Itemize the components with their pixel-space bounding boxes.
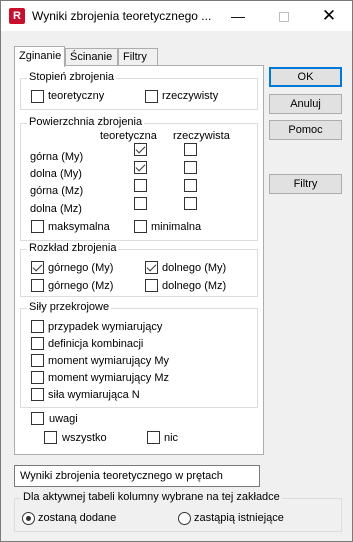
checkbox-gornego-my[interactable] bbox=[31, 261, 44, 274]
table-name-field[interactable]: Wyniki zbrojenia teoretycznego w prętach bbox=[14, 465, 260, 487]
checkbox-dolna-my-teoretyczna[interactable] bbox=[134, 161, 147, 174]
group-stopien: Stopień zbrojenia teoretyczny rzeczywist… bbox=[20, 71, 258, 110]
checkbox-gorna-my-rzeczywista[interactable] bbox=[184, 143, 197, 156]
radio-zostana-dodane[interactable] bbox=[22, 512, 35, 525]
group-sily: Siły przekrojowe przypadek wymiarujący d… bbox=[20, 301, 258, 408]
checkbox-maksymalna[interactable] bbox=[31, 220, 44, 233]
anuluj-button[interactable]: Anuluj bbox=[269, 94, 342, 114]
label-uwagi: uwagi bbox=[49, 413, 78, 425]
tab-panel-zginanie: Stopień zbrojenia teoretyczny rzeczywist… bbox=[14, 65, 264, 455]
dialog-window: R Wyniki zbrojenia teoretycznego ... — ✕… bbox=[0, 0, 353, 542]
group-title-stopien: Stopień zbrojenia bbox=[27, 71, 117, 83]
label-gornego-mz: górnego (Mz) bbox=[48, 280, 114, 292]
minimize-button[interactable]: — bbox=[215, 1, 261, 31]
checkbox-rzeczywisty[interactable] bbox=[145, 90, 158, 103]
maximize-button[interactable] bbox=[261, 1, 307, 31]
label-przypadek: przypadek wymiarujący bbox=[48, 321, 163, 333]
label-nic: nic bbox=[164, 432, 179, 444]
label-zostana-dodane: zostaną dodane bbox=[38, 512, 117, 524]
window-title: Wyniki zbrojenia teoretycznego ... bbox=[32, 9, 212, 23]
checkbox-uwagi[interactable] bbox=[31, 412, 44, 425]
label-rzeczywisty: rzeczywisty bbox=[162, 90, 219, 102]
title-bar[interactable]: R Wyniki zbrojenia teoretycznego ... — ✕ bbox=[1, 1, 352, 31]
label-moment-mz: moment wymiarujący Mz bbox=[48, 372, 170, 384]
label-definicja: definicja kombinacji bbox=[48, 338, 144, 350]
maximize-icon bbox=[279, 12, 289, 23]
checkbox-minimalna[interactable] bbox=[134, 220, 147, 233]
pomoc-button[interactable]: Pomoc bbox=[269, 120, 342, 140]
checkbox-nic[interactable] bbox=[147, 431, 160, 444]
ok-button[interactable]: OK bbox=[269, 67, 342, 87]
checkbox-moment-my[interactable] bbox=[31, 354, 44, 367]
radio-zastapia-istniejace[interactable] bbox=[178, 512, 191, 525]
checkbox-dolnego-my[interactable] bbox=[145, 261, 158, 274]
label-maksymalna: maksymalna bbox=[48, 221, 110, 233]
checkbox-gornego-mz[interactable] bbox=[31, 279, 44, 292]
checkbox-dolna-mz-rzeczywista[interactable] bbox=[184, 197, 197, 210]
row-label-dolna-mz: dolna (Mz) bbox=[30, 203, 82, 215]
group-title-powierzchnia: Powierzchnia zbrojenia bbox=[27, 116, 145, 128]
app-icon: R bbox=[9, 8, 25, 24]
tab-zginanie[interactable]: Zginanie bbox=[14, 46, 65, 67]
tab-filtry[interactable]: Filtry bbox=[118, 48, 158, 66]
label-gornego-my: górnego (My) bbox=[48, 262, 114, 274]
group-title-rozklad: Rozkład zbrojenia bbox=[27, 242, 119, 254]
checkbox-definicja[interactable] bbox=[31, 337, 44, 350]
filtry-button[interactable]: Filtry bbox=[269, 174, 342, 194]
label-zastapia-istniejace: zastąpią istniejące bbox=[194, 512, 284, 524]
checkbox-gorna-mz-rzeczywista[interactable] bbox=[184, 179, 197, 192]
checkbox-gorna-mz-teoretyczna[interactable] bbox=[134, 179, 147, 192]
checkbox-gorna-my-teoretyczna[interactable] bbox=[134, 143, 147, 156]
close-button[interactable]: ✕ bbox=[306, 1, 352, 31]
header-rzeczywista: rzeczywista bbox=[173, 130, 230, 142]
group-title-sily: Siły przekrojowe bbox=[27, 301, 112, 313]
checkbox-przypadek[interactable] bbox=[31, 320, 44, 333]
checkbox-dolna-my-rzeczywista[interactable] bbox=[184, 161, 197, 174]
row-label-gorna-my: górna (My) bbox=[30, 151, 84, 163]
checkbox-sila-n[interactable] bbox=[31, 388, 44, 401]
label-wszystko: wszystko bbox=[62, 432, 107, 444]
checkbox-dolna-mz-teoretyczna[interactable] bbox=[134, 197, 147, 210]
checkbox-teoretyczny[interactable] bbox=[31, 90, 44, 103]
checkbox-moment-mz[interactable] bbox=[31, 371, 44, 384]
group-powierzchnia: Powierzchnia zbrojenia teoretyczna rzecz… bbox=[20, 116, 258, 241]
checkbox-dolnego-mz[interactable] bbox=[145, 279, 158, 292]
label-moment-my: moment wymiarujący My bbox=[48, 355, 170, 367]
label-teoretyczny: teoretyczny bbox=[48, 90, 105, 102]
group-title-columns-mode: Dla aktywnej tabeli kolumny wybrane na t… bbox=[21, 491, 282, 503]
label-sila-n: siła wymiarująca N bbox=[48, 389, 140, 401]
label-dolnego-my: dolnego (My) bbox=[162, 262, 227, 274]
group-columns-mode: Dla aktywnej tabeli kolumny wybrane na t… bbox=[14, 491, 342, 532]
checkbox-wszystko[interactable] bbox=[44, 431, 57, 444]
group-rozklad: Rozkład zbrojenia górnego (My) dolnego (… bbox=[20, 242, 258, 297]
row-label-dolna-my: dolna (My) bbox=[30, 168, 82, 180]
header-teoretyczna: teoretyczna bbox=[100, 130, 157, 142]
row-label-gorna-mz: górna (Mz) bbox=[30, 185, 84, 197]
tab-scinanie[interactable]: Ścinanie bbox=[65, 48, 118, 66]
label-minimalna: minimalna bbox=[151, 221, 202, 233]
label-dolnego-mz: dolnego (Mz) bbox=[162, 280, 227, 292]
